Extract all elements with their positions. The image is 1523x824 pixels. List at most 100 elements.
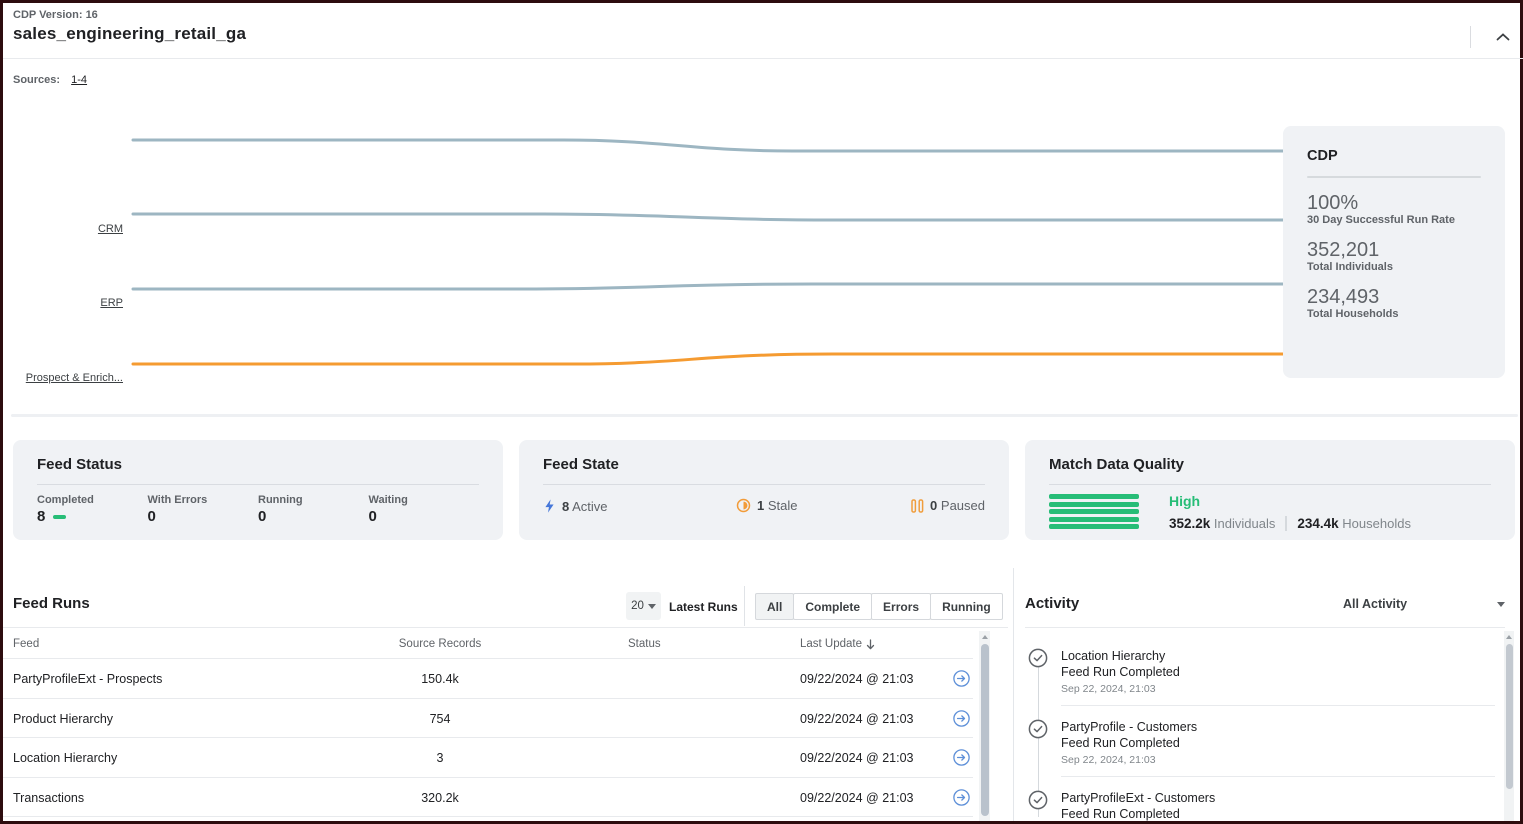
open-run-button[interactable] (953, 710, 970, 730)
panels-divider (1013, 568, 1014, 821)
activity-item[interactable]: PartyProfile - Customers Feed Run Comple… (1025, 706, 1505, 777)
source-flow-diagram: CRM ERP Prospect & Enrich... Suppression… (3, 93, 1523, 415)
activity-filter-select[interactable]: All Activity (1343, 597, 1505, 611)
last-update: 09/22/2024 @ 21:03 (800, 751, 913, 765)
cdp-card-divider (1307, 176, 1481, 178)
mq-individuals-value: 352.2k (1169, 516, 1210, 531)
cdp-summary-card: CDP 100% 30 Day Successful Run Rate 352,… (1283, 126, 1505, 378)
activity-title: Activity (1025, 595, 1079, 612)
cdp-version-label: CDP Version: (13, 9, 83, 21)
feed-status-running: Running 0 (258, 494, 369, 525)
table-row[interactable]: Location Hierarchy 3 09/22/2024 @ 21:03 (3, 738, 973, 778)
completed-indicator-bar (53, 515, 66, 519)
filter-all-button[interactable]: All (755, 593, 794, 620)
last-update-label: Last Update (800, 638, 862, 650)
activity-item-subtitle: Feed Run Completed (1061, 735, 1505, 751)
column-header-source-records[interactable]: Source Records (333, 638, 547, 650)
table-row[interactable]: Product Hierarchy 754 09/22/2024 @ 21:03 (3, 699, 973, 739)
activity-item-title: Location Hierarchy (1061, 648, 1505, 664)
open-run-button[interactable] (953, 749, 970, 769)
feed-status-waiting: Waiting 0 (369, 494, 480, 525)
flow-line-crm (133, 140, 1284, 151)
caret-down-icon (1497, 602, 1505, 607)
quality-meter-bars (1049, 494, 1139, 529)
activity-scrollbar[interactable] (1504, 631, 1514, 821)
paused-label: Paused (941, 498, 985, 513)
activity-item-time: Sep 22, 2024, 21:03 (1061, 683, 1505, 695)
column-header-feed[interactable]: Feed (13, 638, 39, 650)
active-label: Active (572, 499, 607, 514)
arrow-circle-right-icon (953, 749, 970, 766)
open-run-button[interactable] (953, 670, 970, 690)
arrow-circle-right-icon (953, 710, 970, 727)
check-circle-icon (1028, 719, 1048, 739)
activity-item[interactable]: Location Hierarchy Feed Run Completed Se… (1025, 635, 1505, 706)
column-header-last-update[interactable]: Last Update (800, 638, 875, 650)
individuals-value: 352,201 (1307, 239, 1481, 261)
last-update: 09/22/2024 @ 21:03 (800, 791, 913, 805)
scroll-up-arrow-icon (1506, 635, 1512, 639)
filter-complete-button[interactable]: Complete (793, 593, 872, 620)
page-title: sales_engineering_retail_ga (13, 24, 246, 44)
cdp-card-title: CDP (1307, 148, 1481, 164)
table-row[interactable]: Transactions 320.2k 09/22/2024 @ 21:03 (3, 778, 973, 818)
sources-row: Sources: 1-4 (13, 74, 87, 86)
source-records: 3 (333, 751, 547, 765)
cdp-stat-households: 234,493 Total Households (1307, 286, 1481, 320)
header-bottom-border (3, 58, 1523, 59)
with-errors-label: With Errors (148, 494, 259, 506)
filter-running-button[interactable]: Running (930, 593, 1003, 620)
header-divider (1470, 26, 1471, 48)
arrow-circle-right-icon (953, 670, 970, 687)
open-run-button[interactable] (953, 789, 970, 809)
sources-label: Sources: (13, 74, 60, 86)
feed-name: Product Hierarchy (13, 712, 113, 726)
flow-line-prospect (133, 284, 1284, 289)
feed-name: PartyProfileExt - Prospects (13, 672, 162, 686)
latest-runs-label: Latest Runs (669, 600, 738, 614)
completed-label: Completed (37, 494, 148, 506)
flow-line-suppression (133, 354, 1284, 364)
chevron-up-icon (1496, 33, 1510, 41)
scrollbar-thumb[interactable] (1506, 644, 1513, 789)
cdp-dashboard-page: { "colors": { "accent_green": "#27bd77",… (0, 0, 1523, 824)
cdp-stat-individuals: 352,201 Total Individuals (1307, 239, 1481, 273)
flow-line-erp (133, 214, 1284, 220)
activity-item-time: Sep 22, 2024, 21:03 (1061, 754, 1505, 766)
scrollbar-thumb[interactable] (981, 644, 989, 816)
feed-name: Location Hierarchy (13, 751, 117, 765)
filter-errors-button[interactable]: Errors (871, 593, 931, 620)
check-circle-icon (1028, 790, 1048, 810)
sources-range-link[interactable]: 1-4 (71, 74, 87, 86)
feed-runs-table-header: Feed Source Records Status Last Update (3, 634, 973, 659)
scroll-up-arrow-icon (982, 635, 988, 639)
arrow-circle-right-icon (953, 789, 970, 806)
controls-divider (744, 586, 745, 626)
activity-item-subtitle: Feed Run Completed (1061, 806, 1505, 821)
activity-item-title: PartyProfileExt - Customers (1061, 790, 1505, 806)
households-value: 234,493 (1307, 286, 1481, 308)
activity-item[interactable]: PartyProfileExt - Customers Feed Run Com… (1025, 777, 1505, 821)
mq-divider (1285, 516, 1287, 531)
source-records: 320.2k (333, 791, 547, 805)
paused-count: 0 (930, 498, 937, 513)
pause-icon (911, 499, 924, 513)
table-row[interactable]: PartyProfileExt - Prospects 150.4k 09/22… (3, 659, 973, 699)
feed-runs-header-divider (3, 627, 1008, 628)
with-errors-value: 0 (148, 508, 156, 525)
feed-runs-scrollbar[interactable] (979, 631, 990, 821)
activity-item-subtitle: Feed Run Completed (1061, 664, 1505, 680)
sort-descending-icon (866, 639, 875, 650)
quality-rating: High (1169, 493, 1411, 509)
check-circle-icon (1028, 648, 1048, 668)
activity-filter-value: All Activity (1343, 597, 1407, 611)
column-header-status[interactable]: Status (628, 638, 661, 650)
run-rate-value: 100% (1307, 192, 1481, 214)
feed-state-paused: 0 Paused (911, 498, 985, 513)
active-count: 8 (562, 499, 569, 514)
collapse-panel-button[interactable] (1491, 27, 1515, 47)
activity-item-title: PartyProfile - Customers (1061, 719, 1505, 735)
last-update: 09/22/2024 @ 21:03 (800, 712, 913, 726)
page-size-select[interactable]: 20 (626, 592, 661, 620)
feed-state-card: Feed State 8 Active 1 Stale 0 Paused (519, 440, 1009, 540)
